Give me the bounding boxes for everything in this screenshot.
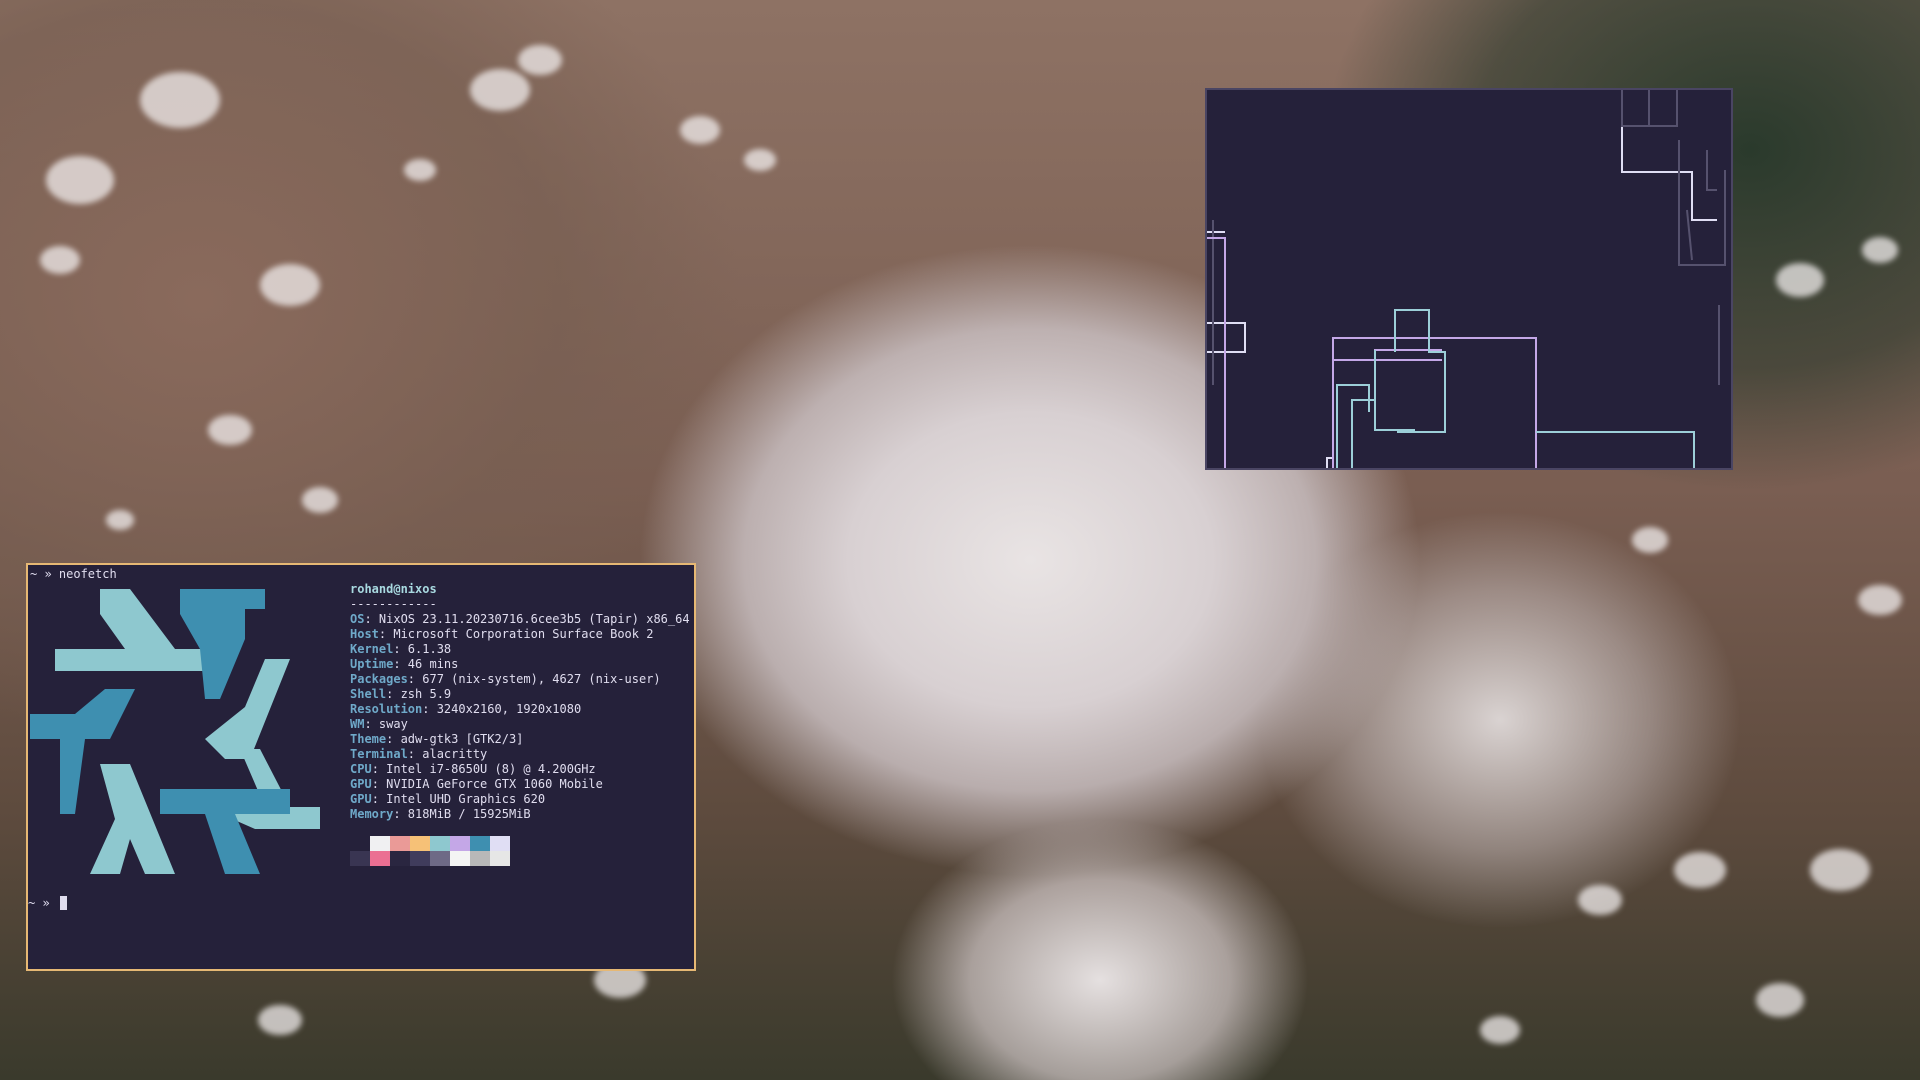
palette-swatch <box>490 836 510 851</box>
visualizer-graphic <box>1207 90 1726 468</box>
wallpaper-blossom <box>1862 237 1898 263</box>
info-value: : adw-gtk3 [GTK2/3] <box>386 732 524 746</box>
wallpaper-blossom <box>260 264 320 306</box>
wallpaper-blossom <box>744 148 776 172</box>
wallpaper-blossom <box>1756 983 1804 1017</box>
wallpaper-blossom <box>1674 851 1726 889</box>
palette-swatch <box>370 851 390 866</box>
palette-swatch <box>450 836 470 851</box>
wallpaper-blossom <box>1480 1016 1520 1044</box>
palette-swatch <box>350 851 370 866</box>
info-label: Memory <box>350 807 394 821</box>
info-line: Uptime: 46 mins <box>350 657 458 672</box>
wallpaper-blossom <box>1810 849 1870 891</box>
wallpaper-blossom <box>40 246 80 274</box>
info-line: GPU: Intel UHD Graphics 620 <box>350 792 545 807</box>
palette-swatch <box>410 851 430 866</box>
terminal-cursor <box>60 896 67 910</box>
user-host: rohand@nixos <box>350 582 437 596</box>
info-label: Shell <box>350 687 387 701</box>
info-value: : sway <box>364 717 408 731</box>
terminal-window[interactable]: ~ » neofetch rohand@nixos ------------ O… <box>26 563 696 971</box>
info-line: Shell: zsh 5.9 <box>350 687 451 702</box>
info-label: Resolution <box>350 702 423 716</box>
palette-swatch <box>350 836 370 851</box>
info-value: : NixOS 23.11.20230716.6cee3b5 (Tapir) x… <box>364 612 690 626</box>
info-label: CPU <box>350 762 372 776</box>
info-value: : NVIDIA GeForce GTX 1060 Mobile <box>371 777 603 791</box>
info-label: GPU <box>350 777 372 791</box>
wallpaper-blossom <box>1776 263 1824 297</box>
info-value: : 46 mins <box>393 657 459 671</box>
separator: ------------ <box>350 597 437 611</box>
terminal-prompt-current: ~ » <box>28 896 50 910</box>
info-line: Kernel: 6.1.38 <box>350 642 451 657</box>
visualizer-window[interactable] <box>1205 88 1733 470</box>
info-value: : zsh 5.9 <box>386 687 452 701</box>
palette-swatch <box>410 836 430 851</box>
wallpaper-blossom <box>1632 527 1668 553</box>
info-line: GPU: NVIDIA GeForce GTX 1060 Mobile <box>350 777 603 792</box>
info-label: Terminal <box>350 747 408 761</box>
info-label: Host <box>350 627 379 641</box>
info-line: OS: NixOS 23.11.20230716.6cee3b5 (Tapir)… <box>350 612 690 627</box>
palette-swatch <box>370 836 390 851</box>
info-line: Terminal: alacritty <box>350 747 487 762</box>
palette-swatch <box>450 851 470 866</box>
palette-swatch <box>430 836 450 851</box>
wallpaper-blossom <box>106 510 134 530</box>
info-label: WM <box>350 717 365 731</box>
nixos-logo <box>30 589 320 874</box>
wallpaper-blossom <box>1858 584 1902 616</box>
palette-swatch <box>470 836 490 851</box>
palette-swatch <box>470 851 490 866</box>
palette-swatch <box>490 851 510 866</box>
wallpaper-blossom <box>518 44 562 76</box>
palette-swatch <box>390 836 410 851</box>
info-label: Kernel <box>350 642 394 656</box>
info-value: : 818MiB / 15925MiB <box>393 807 531 821</box>
wallpaper-blossom <box>140 72 220 128</box>
info-label: OS <box>350 612 365 626</box>
info-value: : Microsoft Corporation Surface Book 2 <box>378 627 654 641</box>
wallpaper-blossom <box>404 158 436 182</box>
info-line: Packages: 677 (nix-system), 4627 (nix-us… <box>350 672 661 687</box>
terminal-prompt: ~ » neofetch <box>30 567 117 581</box>
wallpaper-blossom <box>46 156 114 204</box>
wallpaper-blossom <box>208 414 252 446</box>
info-line: Resolution: 3240x2160, 1920x1080 <box>350 702 581 717</box>
info-line: WM: sway <box>350 717 408 732</box>
wallpaper-blossom <box>680 116 720 144</box>
info-label: GPU <box>350 792 372 806</box>
info-label: Packages <box>350 672 408 686</box>
info-value: : 677 (nix-system), 4627 (nix-user) <box>407 672 661 686</box>
info-value: : 6.1.38 <box>393 642 452 656</box>
info-line: Memory: 818MiB / 15925MiB <box>350 807 531 822</box>
info-line: Theme: adw-gtk3 [GTK2/3] <box>350 732 523 747</box>
wallpaper-blossom <box>1578 884 1622 916</box>
info-label: Uptime <box>350 657 394 671</box>
info-line: Host: Microsoft Corporation Surface Book… <box>350 627 653 642</box>
info-value: : 3240x2160, 1920x1080 <box>422 702 582 716</box>
info-value: : alacritty <box>407 747 488 761</box>
wallpaper-blossom <box>258 1004 302 1036</box>
palette-swatch <box>430 851 450 866</box>
wallpaper-blossom <box>302 487 338 513</box>
info-label: Theme <box>350 732 387 746</box>
palette-swatch <box>390 851 410 866</box>
wallpaper-blossom <box>470 69 530 111</box>
info-value: : Intel i7-8650U (8) @ 4.200GHz <box>371 762 596 776</box>
info-line: CPU: Intel i7-8650U (8) @ 4.200GHz <box>350 762 596 777</box>
info-value: : Intel UHD Graphics 620 <box>371 792 546 806</box>
